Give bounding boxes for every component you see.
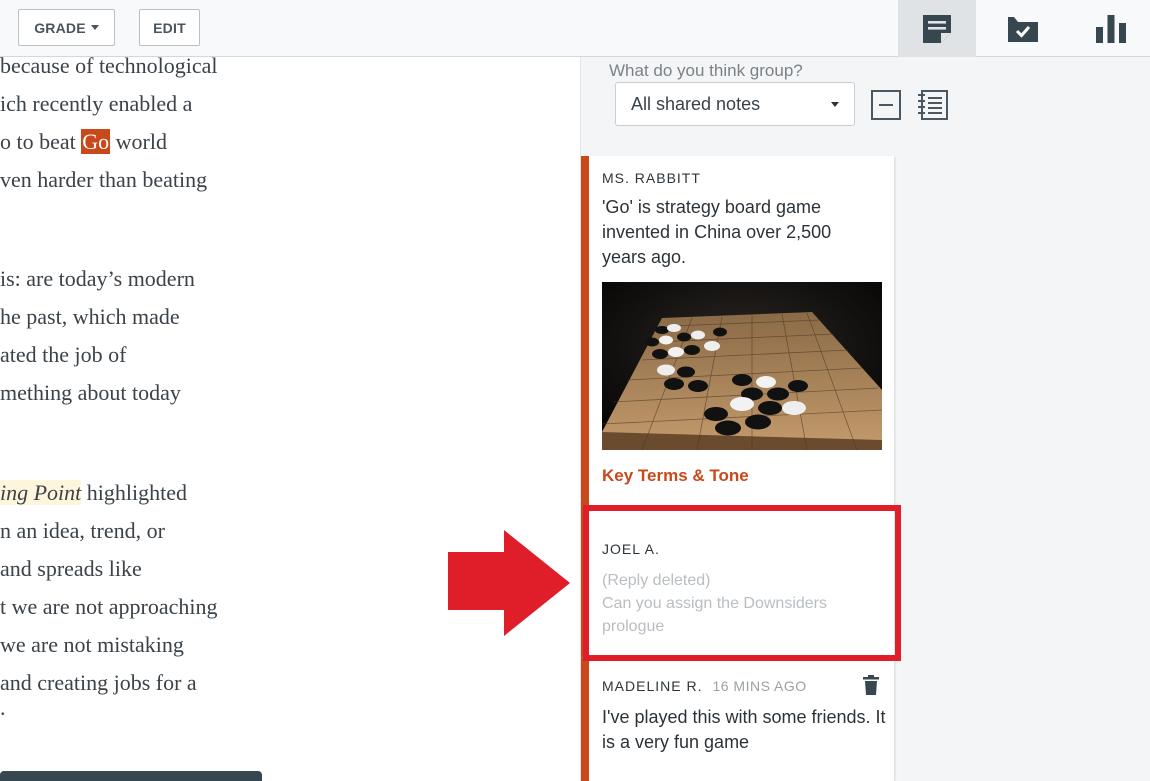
tab-stats[interactable] [1072, 0, 1150, 57]
grade-button[interactable]: GRADE [18, 9, 115, 46]
highlighted-phrase[interactable]: ing Point [0, 480, 82, 505]
discussion-prompt: What do you think group? [609, 61, 803, 80]
reading-text: because of technological ich recently en… [0, 57, 580, 781]
deleted-reply-body: Can you assign the Downsiders prologue [602, 595, 828, 635]
highlighted-term[interactable]: Go [81, 129, 111, 154]
note-text: I've played this with some friends. It i… [602, 707, 886, 752]
text-line: ated the job of [0, 342, 127, 367]
note-text: 'Go' is strategy board game invented in … [602, 197, 832, 267]
chevron-down-icon [831, 102, 839, 107]
note-card[interactable]: MADELINE R. 16 MINS AGO I've played this … [581, 658, 894, 781]
text-line: n an idea, trend, or [0, 518, 165, 543]
notes-icon [923, 14, 951, 43]
note-author: MS. RABBITT [602, 170, 701, 186]
text-line: ven harder than beating [0, 167, 208, 192]
go-board-image [602, 282, 882, 450]
notes-sidebar: What do you think group? All shared note… [581, 57, 1150, 781]
text-line: we are not mistaking [0, 632, 184, 657]
key-terms-link[interactable]: Key Terms & Tone [602, 466, 749, 486]
deleted-reply-status: (Reply deleted) [602, 572, 711, 589]
note-author-row: MADELINE R. 16 MINS AGO [602, 678, 807, 694]
note-timestamp: 16 MINS AGO [712, 678, 807, 694]
notes-filter-select[interactable]: All shared notes [615, 82, 855, 126]
bottom-bar[interactable] [0, 771, 262, 781]
deleted-reply-text: (Reply deleted) Can you assign the Downs… [602, 569, 882, 638]
trash-icon[interactable] [863, 675, 879, 695]
text-line: o to beat Go world [0, 129, 167, 155]
text-segment: highlighted [81, 480, 187, 505]
collapse-all-icon[interactable] [871, 90, 901, 120]
note-author: MADELINE R. [602, 678, 703, 694]
note-card[interactable]: MS. RABBITT 'Go' is strategy board game … [581, 156, 894, 510]
text-line: t we are not approaching [0, 594, 218, 619]
note-author: JOEL A. [602, 541, 660, 557]
notebook-icon[interactable] [917, 89, 949, 121]
text-line: because of technological [0, 57, 218, 78]
text-line: and spreads like [0, 556, 142, 581]
arrow-right-icon [448, 530, 570, 636]
text-line: he past, which made [0, 304, 180, 329]
edit-button[interactable]: EDIT [139, 9, 200, 46]
tab-notes[interactable] [898, 0, 976, 57]
text-line: . [0, 695, 6, 720]
text-line: ing Point highlighted [0, 480, 187, 506]
text-line: and creating jobs for a [0, 670, 197, 695]
bar-chart-icon [1096, 14, 1126, 43]
note-card[interactable]: JOEL A. (Reply deleted) Can you assign t… [581, 510, 894, 658]
text-line: is: are today’s modern [0, 266, 195, 291]
tab-tasks[interactable] [984, 0, 1062, 57]
text-line: ich recently enabled a [0, 91, 193, 116]
tasks-icon [1008, 16, 1038, 42]
text-segment: o to beat [0, 129, 82, 154]
text-segment: world [110, 129, 167, 154]
notes-filter-value: All shared notes [631, 93, 761, 114]
chevron-down-icon [90, 25, 99, 30]
text-line: mething about today [0, 380, 181, 405]
top-toolbar: GRADE EDIT [0, 0, 1150, 57]
edit-button-label: EDIT [153, 19, 186, 36]
grade-button-label: GRADE [34, 19, 86, 36]
